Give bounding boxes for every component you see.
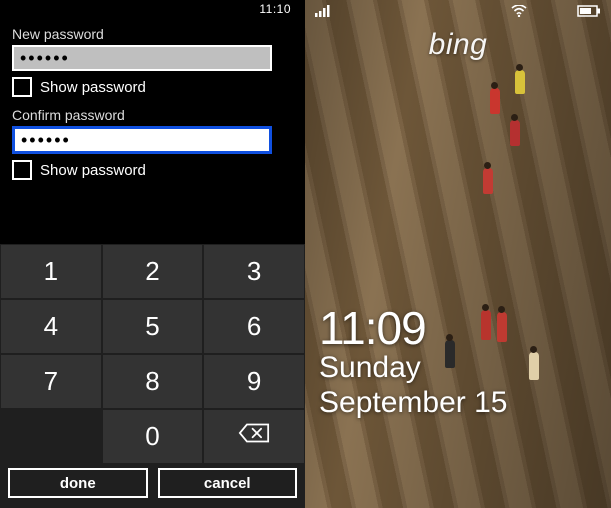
wallpaper-figure bbox=[515, 70, 525, 94]
confirm-password-value: •••••• bbox=[21, 129, 71, 151]
numeric-keypad: 1 2 3 4 5 6 7 8 9 0 done cancel bbox=[0, 244, 305, 508]
new-password-input[interactable]: •••••• bbox=[12, 45, 272, 71]
lock-date: September 15 bbox=[319, 386, 507, 421]
confirm-password-input[interactable]: •••••• bbox=[12, 126, 272, 154]
status-bar bbox=[305, 0, 611, 22]
keypad-1[interactable]: 1 bbox=[1, 245, 101, 298]
keypad-4[interactable]: 4 bbox=[1, 300, 101, 353]
status-bar: 11:10 bbox=[0, 0, 305, 18]
cancel-button[interactable]: cancel bbox=[158, 468, 298, 498]
show-password-row-1[interactable]: Show password bbox=[12, 77, 293, 97]
keypad-0[interactable]: 0 bbox=[103, 410, 203, 463]
backspace-icon bbox=[237, 421, 271, 452]
keypad-8[interactable]: 8 bbox=[103, 355, 203, 408]
show-password-label-2: Show password bbox=[40, 162, 146, 179]
bing-logo: bing bbox=[305, 28, 611, 62]
lock-day: Sunday bbox=[319, 351, 507, 386]
signal-icon bbox=[315, 5, 331, 17]
new-password-value: •••••• bbox=[20, 47, 70, 69]
keypad-9[interactable]: 9 bbox=[204, 355, 304, 408]
show-password-checkbox-1[interactable] bbox=[12, 77, 32, 97]
wallpaper-figure bbox=[510, 120, 520, 146]
keypad-6[interactable]: 6 bbox=[204, 300, 304, 353]
confirm-password-label: Confirm password bbox=[12, 107, 293, 123]
keypad-3[interactable]: 3 bbox=[204, 245, 304, 298]
status-clock: 11:10 bbox=[259, 2, 291, 16]
wallpaper-figure bbox=[483, 168, 493, 194]
new-password-label: New password bbox=[12, 26, 293, 42]
wifi-icon bbox=[511, 5, 527, 17]
keypad-7[interactable]: 7 bbox=[1, 355, 101, 408]
keypad-2[interactable]: 2 bbox=[103, 245, 203, 298]
show-password-row-2[interactable]: Show password bbox=[12, 160, 293, 180]
password-form: New password •••••• Show password Confir… bbox=[0, 18, 305, 180]
lockscreen-wallpaper bbox=[305, 0, 611, 508]
done-button[interactable]: done bbox=[8, 468, 148, 498]
lock-info: 11:09 Sunday September 15 bbox=[319, 305, 507, 420]
wallpaper-figure bbox=[490, 88, 500, 114]
lock-time: 11:09 bbox=[319, 305, 507, 351]
show-password-label-1: Show password bbox=[40, 79, 146, 96]
wallpaper-figure bbox=[529, 352, 539, 380]
keypad-backspace[interactable] bbox=[204, 410, 304, 463]
keypad-5[interactable]: 5 bbox=[103, 300, 203, 353]
battery-icon bbox=[577, 5, 601, 17]
lock-screen[interactable]: bing 11:09 Sunday September 15 bbox=[305, 0, 611, 508]
keypad-blank bbox=[1, 410, 101, 463]
show-password-checkbox-2[interactable] bbox=[12, 160, 32, 180]
password-setup-screen: 11:10 New password •••••• Show password … bbox=[0, 0, 305, 508]
